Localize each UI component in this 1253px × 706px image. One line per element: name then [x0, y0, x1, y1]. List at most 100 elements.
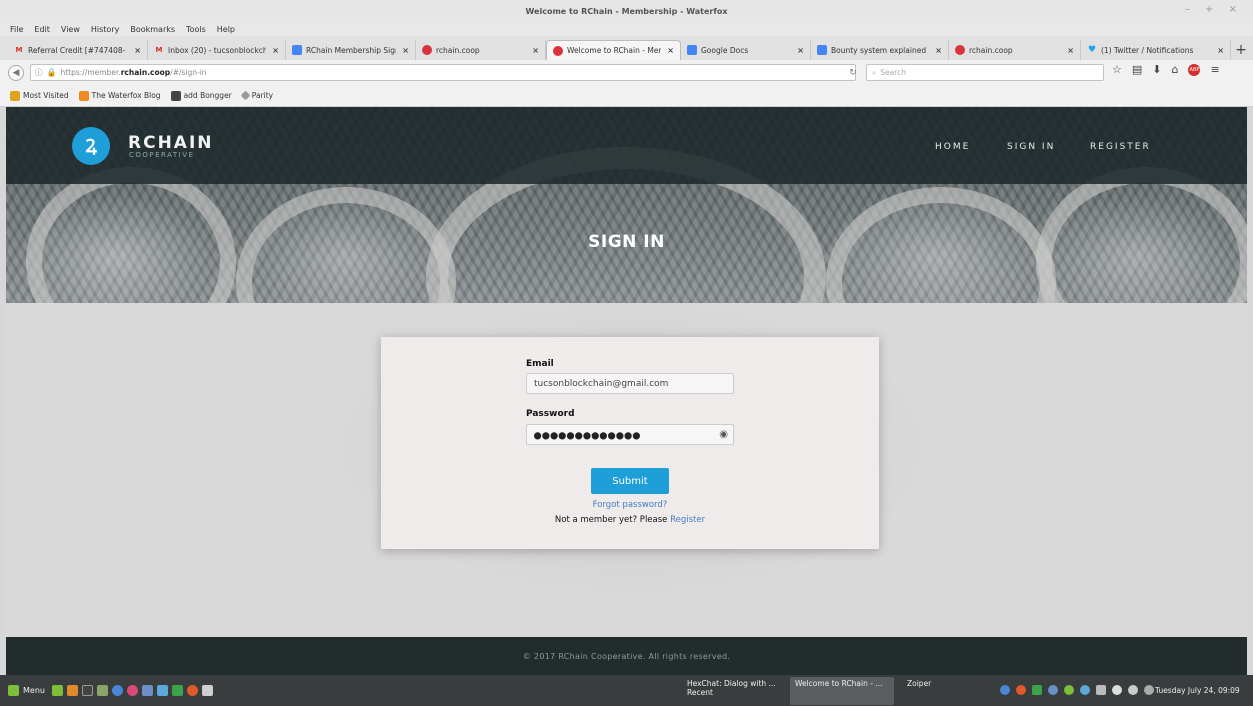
- nav-register[interactable]: REGISTER: [1090, 142, 1151, 152]
- app-tray-icon[interactable]: [1032, 685, 1042, 695]
- task-recent[interactable]: Recent: [687, 688, 781, 697]
- url-bar[interactable]: ⓘ 🔒 https://member.rchain.coop/#/sign-in: [30, 64, 856, 81]
- submit-button[interactable]: Submit: [591, 468, 669, 494]
- menu-bar: File Edit View History Bookmarks Tools H…: [0, 22, 1253, 36]
- task-waterfox[interactable]: Welcome to RChain - ...: [790, 677, 894, 705]
- show-password-icon[interactable]: ◉: [719, 429, 728, 440]
- start-menu-button[interactable]: Menu: [8, 685, 45, 696]
- user-tray-icon[interactable]: [1112, 685, 1122, 695]
- tab-label: Referral Credit [#747408-: [28, 45, 126, 55]
- close-tab-icon[interactable]: ×: [667, 46, 674, 55]
- waterfox-icon[interactable]: [67, 685, 78, 696]
- close-tab-icon[interactable]: ×: [532, 46, 539, 55]
- site-header: Ꝝ RCHAIN COOPERATIVE HOME SIGN IN REGIST…: [6, 107, 1247, 184]
- email-value: tucsonblockchain@gmail.com: [534, 378, 669, 389]
- tab-google-docs[interactable]: Google Docs ×: [681, 40, 811, 60]
- bookmark-most-visited[interactable]: Most Visited: [10, 90, 69, 101]
- password-label: Password: [526, 409, 575, 419]
- url-text: https://member.rchain.coop/#/sign-in: [60, 68, 207, 77]
- menu-help[interactable]: Help: [217, 25, 235, 34]
- tab-label: Bounty system explained: [831, 45, 927, 55]
- editor-icon[interactable]: [142, 685, 153, 696]
- tab-bounty[interactable]: Bounty system explained ×: [811, 40, 949, 60]
- tab-twitter[interactable]: ♥ (1) Twitter / Notifications ×: [1081, 40, 1231, 60]
- close-tab-icon[interactable]: ×: [1217, 46, 1224, 55]
- task-hexchat[interactable]: HexChat: Dialog with ... Recent: [682, 677, 786, 705]
- update-tray-icon[interactable]: [1064, 685, 1074, 695]
- monitor-icon[interactable]: [157, 685, 168, 696]
- window-controls[interactable]: – + ×: [1185, 4, 1243, 15]
- rss-icon: [78, 90, 89, 101]
- menu-file[interactable]: File: [10, 25, 23, 34]
- tab-label: rchain.coop: [969, 45, 1013, 55]
- close-tab-icon[interactable]: ×: [935, 46, 942, 55]
- files-icon[interactable]: [97, 685, 108, 696]
- tab-welcome-rchain[interactable]: Welcome to RChain - Mem ×: [546, 40, 681, 60]
- hamburger-menu-icon[interactable]: ≡: [1210, 63, 1219, 76]
- menu-bookmarks[interactable]: Bookmarks: [130, 25, 175, 34]
- tab-label: Google Docs: [701, 45, 749, 55]
- rchain-logo-icon[interactable]: Ꝝ: [72, 127, 110, 165]
- task-zoiper[interactable]: Zoiper: [902, 677, 962, 705]
- close-tab-icon[interactable]: ×: [402, 46, 409, 55]
- info-icon[interactable]: ⓘ: [35, 67, 43, 78]
- home-icon[interactable]: ⌂: [1172, 63, 1179, 76]
- brightness-tray-icon[interactable]: [1144, 685, 1154, 695]
- register-link[interactable]: Register: [670, 515, 705, 525]
- close-tab-icon[interactable]: ×: [797, 46, 804, 55]
- new-tab-button[interactable]: +: [1231, 40, 1251, 60]
- adblock-icon[interactable]: ABP: [1188, 63, 1201, 76]
- window-icon[interactable]: [202, 685, 213, 696]
- email-field[interactable]: tucsonblockchain@gmail.com: [526, 373, 734, 394]
- forgot-password-link[interactable]: Forgot password?: [381, 500, 879, 510]
- menu-tools[interactable]: Tools: [186, 25, 206, 34]
- hexchat-icon[interactable]: [187, 685, 198, 696]
- chrome-tray-icon[interactable]: [1000, 685, 1010, 695]
- password-field[interactable]: ●●●●●●●●●●●●● ◉: [526, 424, 734, 445]
- chromium-icon[interactable]: [112, 685, 123, 696]
- back-button[interactable]: ◀: [8, 64, 24, 81]
- clipboard-tray-icon[interactable]: [1096, 685, 1106, 695]
- wifi-tray-icon[interactable]: [1128, 685, 1138, 695]
- hexchat-tray-icon[interactable]: [1016, 685, 1026, 695]
- nav-sign-in[interactable]: SIGN IN: [1007, 142, 1055, 152]
- check-icon[interactable]: [172, 685, 183, 696]
- search-icon: ⌕: [872, 67, 877, 77]
- reading-list-icon[interactable]: ▤: [1132, 63, 1142, 76]
- toolbar-icons: ☆ ▤ ⬇ ⌂ ABP ≡: [1112, 63, 1220, 76]
- site-footer: © 2017 RChain Cooperative. All rights re…: [6, 637, 1247, 675]
- bookmark-waterfox-blog[interactable]: The Waterfox Blog: [78, 90, 161, 101]
- tab-referral[interactable]: M Referral Credit [#747408- ×: [8, 40, 148, 60]
- reload-icon[interactable]: ↻: [842, 64, 864, 81]
- clock[interactable]: Tuesday July 24, 09:09: [1155, 686, 1240, 695]
- app-icon[interactable]: [127, 685, 138, 696]
- desktop-icon[interactable]: [52, 685, 63, 696]
- close-tab-icon[interactable]: ×: [272, 46, 279, 55]
- docs-icon: [817, 45, 827, 55]
- bookmark-add-bongger[interactable]: add Bongger: [170, 90, 232, 101]
- mint-menu-icon: [8, 685, 19, 696]
- tab-label: RChain Membership Sign: [306, 45, 397, 55]
- tab-inbox[interactable]: M Inbox (20) - tucsonblockch ×: [148, 40, 286, 60]
- menu-edit[interactable]: Edit: [34, 25, 50, 34]
- brand-name[interactable]: RCHAIN: [128, 133, 214, 153]
- tab-membership-sign[interactable]: RChain Membership Sign ×: [286, 40, 416, 60]
- email-label: Email: [526, 359, 554, 369]
- menu-view[interactable]: View: [61, 25, 80, 34]
- tab-rchain-1[interactable]: rchain.coop ×: [416, 40, 546, 60]
- download-icon[interactable]: ⬇: [1152, 63, 1161, 76]
- lock-icon: 🔒: [46, 68, 57, 77]
- search-input[interactable]: ⌕ Search: [866, 64, 1104, 81]
- bookmarks-toolbar: Most Visited The Waterfox Blog add Bongg…: [0, 85, 1253, 107]
- close-tab-icon[interactable]: ×: [134, 46, 141, 55]
- menu-history[interactable]: History: [91, 25, 119, 34]
- bluetooth-tray-icon[interactable]: [1080, 685, 1090, 695]
- tab-rchain-2[interactable]: rchain.coop ×: [949, 40, 1081, 60]
- bookmark-parity[interactable]: Parity: [240, 90, 273, 101]
- nav-home[interactable]: HOME: [935, 142, 970, 152]
- terminal-icon[interactable]: [82, 685, 93, 696]
- bookmark-star-icon[interactable]: ☆: [1112, 63, 1122, 76]
- close-tab-icon[interactable]: ×: [1067, 46, 1074, 55]
- quick-launch: [52, 685, 213, 696]
- shield-tray-icon[interactable]: [1048, 685, 1058, 695]
